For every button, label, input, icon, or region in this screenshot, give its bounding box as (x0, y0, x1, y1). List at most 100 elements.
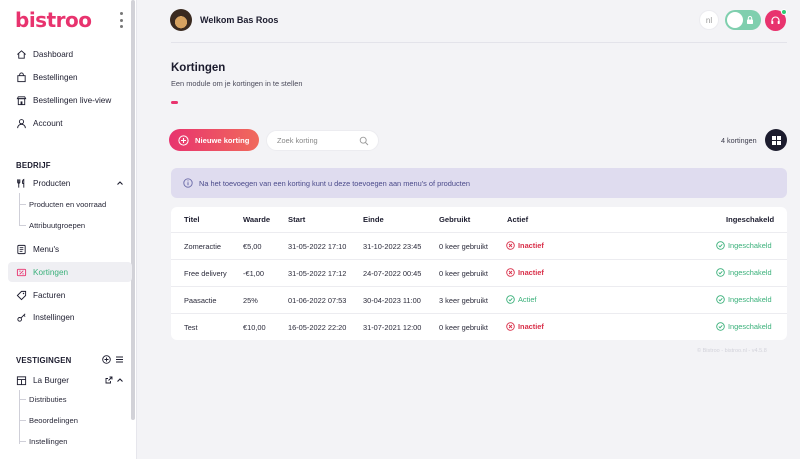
enabled-label: Ingeschakeld (728, 295, 772, 304)
section-title-bedrijf: BEDRIJF (16, 161, 51, 170)
enabled-label: Ingeschakeld (728, 241, 772, 250)
info-banner: Na het toevoegen van een korting kunt u … (171, 168, 787, 198)
sidebar-subitem-producten-en-voorraad[interactable]: Producten en voorraad (16, 197, 106, 211)
cell-ingeschakeld[interactable]: Ingeschakeld (716, 295, 772, 306)
sidebar-subitem-distributies[interactable]: Distributies (16, 392, 67, 406)
add-location-icon[interactable] (102, 355, 111, 364)
sidebar-item-account[interactable]: Account (8, 113, 132, 133)
footer-text: © Bistroo - bistroo.nl - v4.5.8 (697, 348, 767, 354)
avatar[interactable] (170, 9, 192, 31)
sidebar-item-label: Producten (33, 178, 71, 188)
cell-waarde: €10,00 (243, 323, 266, 332)
settings-icon (16, 312, 27, 323)
cell-ingeschakeld[interactable]: Ingeschakeld (716, 268, 772, 279)
check-circle-icon (506, 295, 515, 304)
column-header-ingeschakeld[interactable]: Ingeschakeld (726, 215, 774, 224)
sidebar-item-label: Menu's (33, 244, 60, 254)
check-circle-icon (716, 268, 725, 277)
language-button[interactable]: nl (699, 10, 719, 30)
sidebar-item-bestellingen-live-view[interactable]: Bestellingen live-view (8, 90, 132, 110)
cell-waarde: 25% (243, 296, 258, 305)
page-subtitle: Een module om je kortingen in te stellen (171, 79, 303, 88)
cell-gebruikt: 0 keer gebruikt (439, 242, 488, 251)
chevron-up-icon[interactable] (116, 376, 124, 384)
cell-start: 31-05-2022 17:10 (288, 242, 347, 251)
bistroo-logo[interactable]: bistroo (15, 8, 92, 32)
sidebar-item-label: Kortingen (33, 267, 69, 277)
section-actions (102, 355, 124, 364)
column-header-start[interactable]: Start (288, 215, 305, 224)
cell-einde: 30-04-2023 11:00 (363, 296, 421, 305)
sidebar-item-la-burger[interactable]: La Burger (8, 370, 132, 390)
cell-einde: 31-07-2021 12:00 (363, 323, 422, 332)
cell-titel: Test (184, 323, 198, 332)
check-circle-icon (716, 295, 725, 304)
headset-icon (771, 16, 780, 24)
sidebar-item-label: Bestellingen (33, 72, 78, 82)
menu-book-icon (16, 244, 27, 255)
sidebar-item-menus[interactable]: Menu's (8, 239, 132, 259)
cell-einde: 24-07-2022 00:45 (363, 269, 422, 278)
add-circle-icon (178, 134, 189, 146)
discount-icon (16, 267, 27, 278)
new-discount-button[interactable]: Nieuwe korting (169, 129, 259, 151)
sidebar-item-label: Facturen (33, 290, 66, 300)
sidebar-subitem-beoordelingen[interactable]: Beoordelingen (16, 413, 78, 427)
toggle-knob (727, 12, 743, 28)
cell-ingeschakeld[interactable]: Ingeschakeld (716, 322, 772, 333)
cell-waarde: €5,00 (243, 242, 262, 251)
header-divider (171, 42, 787, 43)
enabled-label: Ingeschakeld (728, 268, 772, 277)
welcome-text: Welkom Bas Roos (200, 15, 279, 25)
cell-titel: Paasactie (184, 296, 217, 305)
support-button[interactable] (765, 9, 787, 31)
search-input[interactable] (277, 136, 357, 145)
sidebar-item-producten[interactable]: Producten (8, 173, 132, 193)
check-circle-icon (716, 322, 725, 331)
column-header-gebruikt[interactable]: Gebruikt (439, 215, 470, 224)
list-icon[interactable] (115, 355, 124, 364)
cell-actief: Inactief (506, 268, 544, 279)
cell-gebruikt: 0 keer gebruikt (439, 269, 488, 278)
sidebar-scrollbar[interactable] (131, 0, 135, 420)
search-icon[interactable] (359, 136, 369, 146)
cell-start: 16-05-2022 22:20 (288, 323, 347, 332)
user-icon (16, 118, 27, 129)
external-link-icon[interactable] (105, 376, 113, 384)
sidebar-item-dashboard[interactable]: Dashboard (8, 44, 132, 64)
store-open-toggle[interactable] (725, 10, 761, 30)
sidebar-item-kortingen[interactable]: Kortingen (8, 262, 132, 282)
search-box (266, 130, 379, 151)
cell-gebruikt: 3 keer gebruikt (439, 296, 488, 305)
chevron-up-icon[interactable] (116, 179, 124, 187)
status-label: Inactief (518, 241, 544, 250)
page-title: Kortingen (171, 62, 226, 74)
sidebar: bistroo Dashboard Bestellingen Bestellin… (0, 0, 137, 459)
cell-actief: Inactief (506, 241, 544, 252)
sidebar-item-label: Instellingen (33, 312, 75, 322)
sidebar-item-facturen[interactable]: Facturen (8, 285, 132, 305)
cell-waarde: -€1,00 (243, 269, 264, 278)
enabled-label: Ingeschakeld (728, 322, 772, 331)
column-header-actief[interactable]: Actief (507, 215, 528, 224)
grid-view-button[interactable] (765, 129, 787, 151)
utensils-icon (16, 178, 27, 189)
sidebar-item-instellingen[interactable]: Instellingen (8, 307, 132, 327)
column-header-waarde[interactable]: Waarde (243, 215, 270, 224)
column-header-einde[interactable]: Einde (363, 215, 384, 224)
sidebar-item-label: Bestellingen live-view (33, 95, 112, 105)
cell-start: 31-05-2022 17:12 (288, 269, 347, 278)
store-icon (16, 375, 27, 386)
sidebar-subitem-instellingen[interactable]: Instellingen (16, 434, 67, 448)
x-circle-icon (506, 322, 515, 331)
sidebar-subitem-attribuutgroepen[interactable]: Attribuutgroepen (16, 218, 85, 232)
new-discount-label: Nieuwe korting (195, 135, 250, 145)
status-label: Inactief (518, 268, 544, 277)
title-accent (171, 101, 178, 104)
x-circle-icon (506, 268, 515, 277)
cell-ingeschakeld[interactable]: Ingeschakeld (716, 241, 772, 252)
cell-actief: Actief (506, 295, 536, 306)
sidebar-item-bestellingen[interactable]: Bestellingen (8, 67, 132, 87)
more-options-icon[interactable] (118, 12, 124, 28)
column-header-titel[interactable]: Titel (184, 215, 199, 224)
